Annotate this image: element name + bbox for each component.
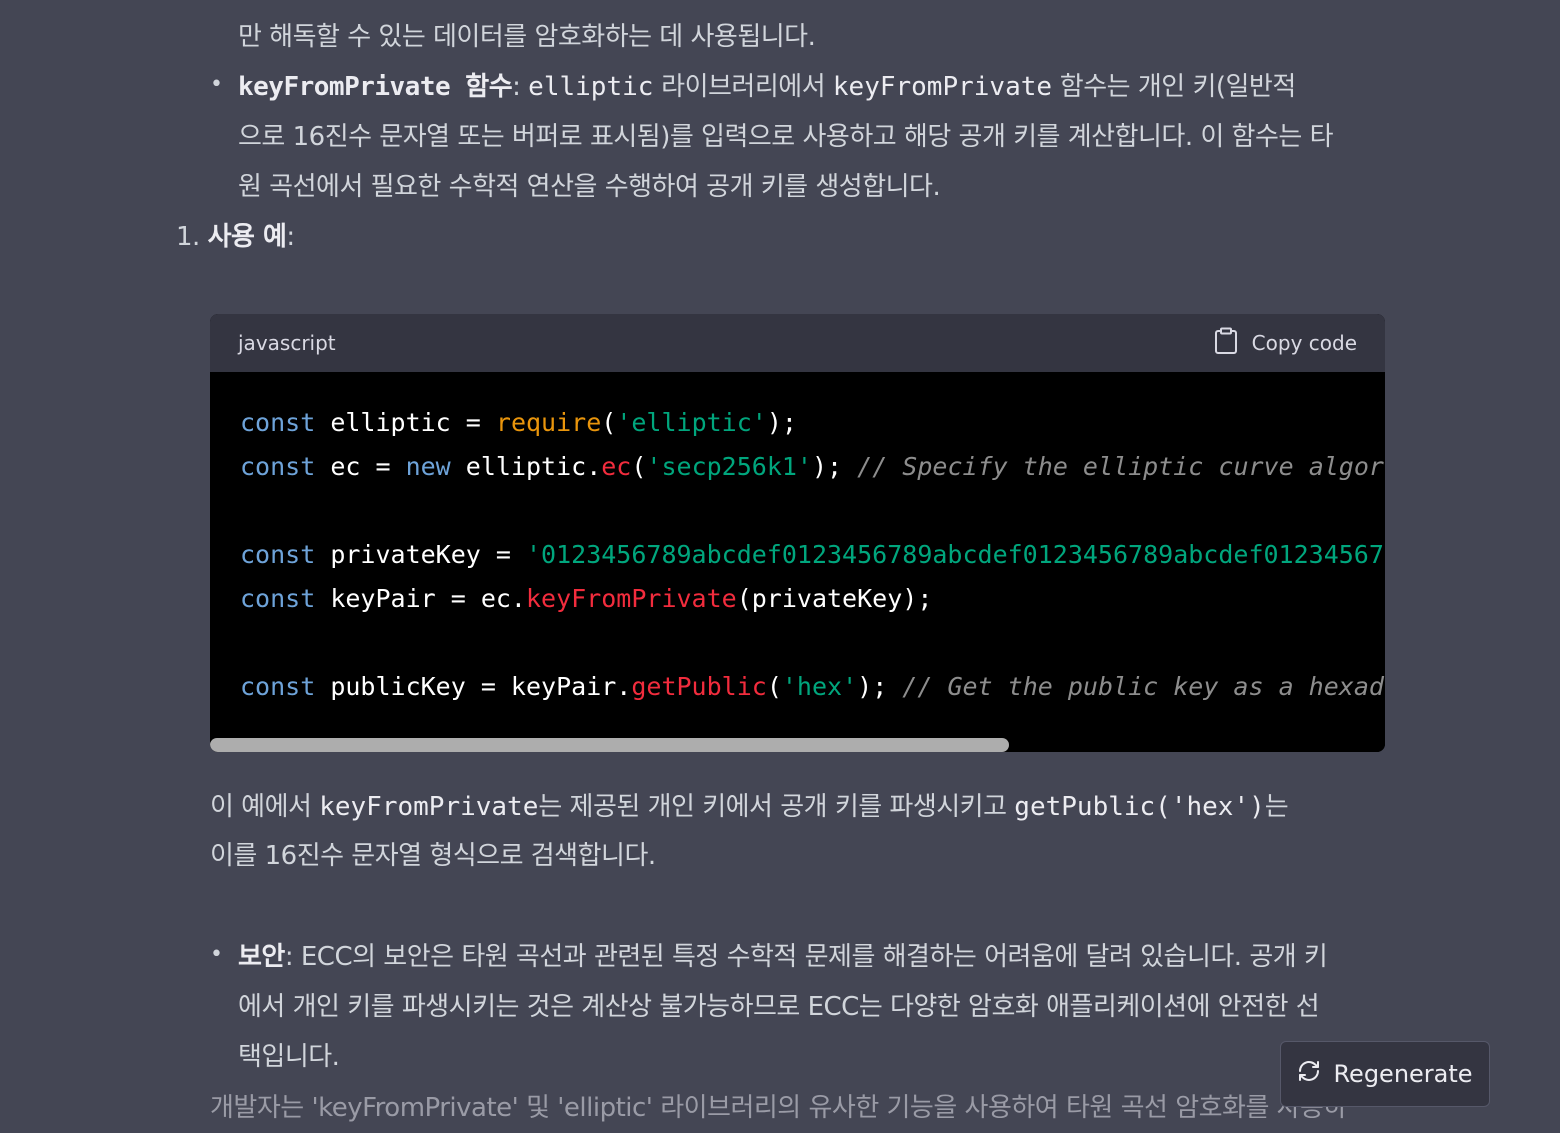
code-line: const elliptic = require('elliptic');	[240, 408, 797, 437]
paragraph-line: 원 곡선에서 필요한 수학적 연산을 수행하여 공개 키를 생성합니다.	[238, 172, 941, 202]
refresh-icon	[1297, 1059, 1321, 1089]
copy-code-label: Copy code	[1251, 331, 1357, 355]
inline-code: getPublic('hex')	[1014, 792, 1265, 822]
inline-code: keyFromPrivate	[832, 72, 1053, 102]
code-keyword: const	[240, 672, 316, 701]
code-text: (	[631, 452, 647, 481]
text-segment: 는	[1264, 792, 1289, 822]
usage-label: 사용 예	[207, 222, 287, 252]
copy-code-button[interactable]: Copy code	[1214, 327, 1357, 360]
code-line: const keyPair = ec.keyFromPrivate(privat…	[240, 584, 932, 613]
text-segment: 함수는 개인 키(일반적	[1052, 72, 1296, 102]
code-text: publicKey = keyPair.	[315, 672, 632, 701]
code-text: keyPair = ec.	[315, 584, 526, 613]
code-comment: // Specify the elliptic curve algor	[857, 452, 1384, 481]
numbered-item-usage: 1. 사용 예:	[176, 212, 295, 262]
term-security: 보안	[238, 942, 285, 972]
clipboard-icon	[1214, 327, 1238, 360]
code-keyword: const	[240, 584, 316, 613]
code-function: require	[495, 408, 602, 437]
code-string: 'elliptic'	[616, 408, 767, 437]
code-function: ec	[601, 452, 632, 481]
horizontal-scrollbar[interactable]	[210, 738, 1385, 752]
inline-code: keyFromPrivate	[319, 792, 539, 822]
code-comment: // Get the public key as a hexad	[902, 672, 1384, 701]
code-block: javascript Copy code const elliptic = re…	[210, 314, 1385, 752]
code-text: elliptic.	[450, 452, 602, 481]
bullet-dot: •	[210, 72, 223, 97]
paragraph-line: 으로 16진수 문자열 또는 버퍼로 표시됨)를 입력으로 사용하고 해당 공개…	[238, 122, 1334, 152]
term-keyfromprivate: keyFromPrivate 함수	[238, 72, 513, 102]
code-text: );	[766, 408, 797, 437]
code-keyword: const	[240, 540, 316, 569]
paragraph-line: 택입니다.	[238, 1042, 340, 1072]
paragraph-line: 에서 개인 키를 파생시키는 것은 계산상 불가능하므로 ECC는 다양한 암호…	[238, 992, 1320, 1022]
code-string: 'hex'	[781, 672, 858, 701]
code-text: );	[857, 672, 903, 701]
code-keyword: new	[405, 452, 451, 481]
list-number: 1.	[176, 222, 200, 252]
code-line: const privateKey = '0123456789abcdef0123…	[240, 540, 1384, 569]
paragraph-line: 이를 16진수 문자열 형식으로 검색합니다.	[210, 841, 656, 871]
text-segment: :	[512, 72, 529, 102]
code-text: );	[812, 452, 858, 481]
code-function: keyFromPrivate	[525, 584, 737, 613]
code-text: privateKey =	[315, 540, 526, 569]
paragraph-line: 개발자는 'keyFromPrivate' 및 'elliptic' 라이브러리…	[210, 1093, 1347, 1123]
code-text: (privateKey);	[736, 584, 933, 613]
scrollbar-thumb[interactable]	[210, 738, 1009, 752]
code-string: 'secp256k1'	[646, 452, 812, 481]
code-line: const ec = new elliptic.ec('secp256k1');…	[240, 452, 1384, 481]
paragraph-line: 이 예에서 keyFromPrivate는 제공된 개인 키에서 공개 키를 파…	[210, 782, 1289, 832]
text-segment: :	[286, 222, 295, 252]
code-text: ec =	[315, 452, 406, 481]
code-function: getPublic	[631, 672, 767, 701]
code-body: const elliptic = require('elliptic'); co…	[210, 372, 1385, 752]
inline-code: elliptic	[528, 72, 654, 102]
code-line: const publicKey = keyPair.getPublic('hex…	[240, 672, 1384, 701]
code-keyword: const	[240, 408, 316, 437]
text-segment: 라이브러리에서	[653, 72, 833, 102]
code-text: elliptic =	[315, 408, 496, 437]
code-text: (	[601, 408, 617, 437]
bullet-dot: •	[210, 942, 223, 967]
list-item-security: 보안: ECC의 보안은 타원 곡선과 관련된 특정 수학적 문제를 해결하는 …	[238, 932, 1328, 982]
code-block-header: javascript Copy code	[210, 314, 1385, 372]
list-item-keyfromprivate: keyFromPrivate 함수: elliptic 라이브러리에서 keyF…	[238, 62, 1296, 112]
paragraph-line: 만 해독할 수 있는 데이터를 암호화하는 데 사용됩니다.	[238, 22, 816, 52]
text-segment: 이 예에서	[210, 792, 320, 822]
code-text: (	[766, 672, 782, 701]
code-string: '0123456789abcdef0123456789abcdef0123456…	[525, 540, 1384, 569]
text-segment: : ECC의 보안은 타원 곡선과 관련된 특정 수학적 문제를 해결하는 어려…	[284, 942, 1328, 972]
code-language-label: javascript	[238, 331, 336, 355]
code-keyword: const	[240, 452, 316, 481]
text-segment: 는 제공된 개인 키에서 공개 키를 파생시키고	[538, 792, 1015, 822]
regenerate-button[interactable]: Regenerate	[1280, 1041, 1490, 1107]
regenerate-label: Regenerate	[1333, 1060, 1473, 1088]
